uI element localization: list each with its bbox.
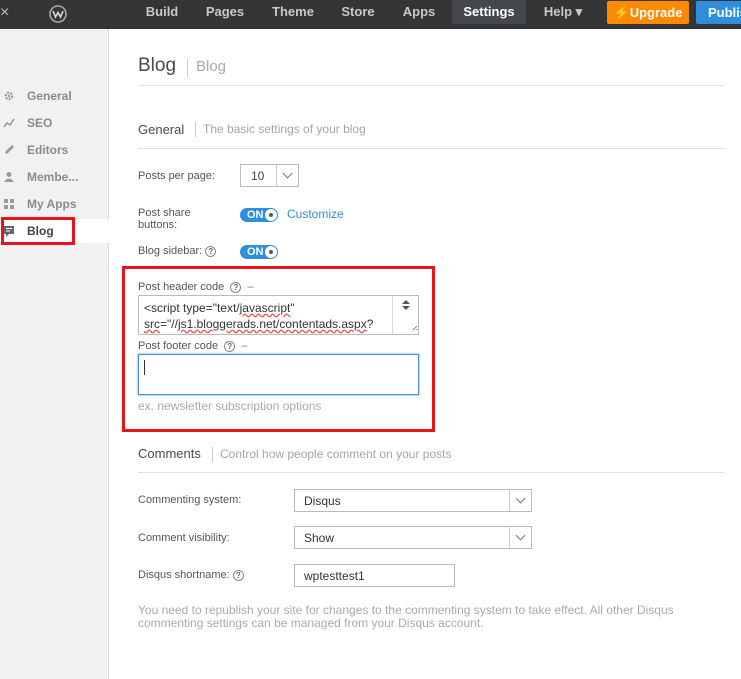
help-icon[interactable]: ?: [230, 281, 242, 293]
blog-sidebar-toggle[interactable]: ON: [240, 245, 278, 259]
comment-visibility-value: Show: [304, 531, 335, 545]
publish-button[interactable]: Publis: [696, 1, 741, 24]
page-title: Blog: [138, 55, 177, 76]
nav-pages[interactable]: Pages: [198, 0, 252, 24]
gear-icon: [4, 91, 14, 101]
commenting-system-label: Commenting system:: [138, 494, 242, 506]
posts-per-page-value: 10: [251, 169, 265, 183]
sidebar-item-label: Membe...: [27, 170, 79, 184]
divider: [138, 472, 724, 473]
footer-hint: ex. newsletter subscription options: [138, 399, 322, 413]
chart-icon: [3, 118, 15, 128]
sidebar-item-general[interactable]: General: [0, 84, 109, 108]
post-footer-code-textarea[interactable]: [138, 354, 419, 395]
chevron-down-icon[interactable]: [276, 165, 298, 186]
sidebar-item-label: My Apps: [27, 197, 77, 211]
posts-per-page-select[interactable]: 10: [240, 164, 299, 187]
nav-build[interactable]: Build: [137, 0, 187, 24]
top-navigation-bar: × Build Pages Theme Store Apps Settings …: [0, 0, 741, 29]
nav-theme[interactable]: Theme: [264, 0, 322, 24]
help-icon[interactable]: ?: [205, 245, 217, 257]
nav-store[interactable]: Store: [334, 0, 382, 24]
disqus-shortname-input[interactable]: wptesttest1: [294, 564, 455, 587]
posts-per-page-label: Posts per page:: [138, 170, 216, 182]
nav-settings[interactable]: Settings: [452, 0, 526, 24]
post-footer-code-label: Post footer code ? –: [138, 340, 248, 352]
post-share-label: Post share buttons:: [138, 207, 191, 231]
chevron-down-icon[interactable]: [509, 527, 531, 548]
sidebar-item-label: SEO: [27, 116, 53, 130]
customize-link[interactable]: Customize: [287, 207, 344, 221]
comments-section-subtitle: Control how people comment on your posts: [212, 447, 451, 462]
post-header-code-label: Post header code ? –: [138, 281, 254, 293]
upgrade-button[interactable]: ⚡Upgrade: [607, 1, 689, 24]
close-icon[interactable]: ×: [0, 4, 14, 22]
weebly-logo-icon[interactable]: [46, 4, 70, 24]
nav-apps[interactable]: Apps: [396, 0, 442, 24]
sidebar-item-label: General: [27, 89, 72, 103]
page-subtitle: Blog: [187, 59, 226, 77]
commenting-system-value: Disqus: [304, 494, 341, 508]
settings-sidebar: General SEO Editors Membe... My Apps Blo…: [0, 29, 109, 679]
comment-visibility-label: Comment visibility:: [138, 532, 230, 544]
apps-icon: [4, 199, 14, 209]
post-share-toggle[interactable]: ON: [240, 208, 278, 222]
collapse-dash[interactable]: –: [247, 281, 253, 293]
comment-visibility-select[interactable]: Show: [294, 526, 532, 549]
blog-highlight-box: [1, 217, 75, 245]
user-icon: [4, 172, 14, 182]
help-icon[interactable]: ?: [232, 569, 244, 581]
pencil-icon: [5, 145, 14, 154]
sidebar-item-editors[interactable]: Editors: [0, 138, 109, 162]
commenting-system-select[interactable]: Disqus: [294, 489, 532, 512]
general-section-subtitle: The basic settings of your blog: [195, 122, 366, 137]
divider: [138, 85, 724, 86]
comments-note: You need to republish your site for chan…: [138, 603, 674, 630]
text-caret: [144, 360, 145, 375]
sidebar-item-my-apps[interactable]: My Apps: [0, 192, 109, 216]
comments-section-title: Comments: [138, 446, 201, 461]
disqus-shortname-label: Disqus shortname: ?: [138, 569, 244, 581]
help-icon[interactable]: ?: [224, 340, 236, 352]
sidebar-item-label: Editors: [27, 143, 69, 157]
divider: [138, 148, 724, 149]
collapse-dash[interactable]: –: [241, 340, 247, 352]
scrollbar[interactable]: [392, 296, 418, 334]
chevron-down-icon[interactable]: [509, 490, 531, 511]
post-header-code-textarea[interactable]: <script type="text/javascript" src="//js…: [138, 295, 419, 335]
blog-sidebar-label: Blog sidebar: ?: [138, 245, 217, 257]
general-section-title: General: [138, 122, 185, 137]
nav-help[interactable]: Help ▾: [536, 0, 590, 24]
sidebar-item-seo[interactable]: SEO: [0, 111, 109, 135]
sidebar-item-members[interactable]: Membe...: [0, 165, 109, 189]
